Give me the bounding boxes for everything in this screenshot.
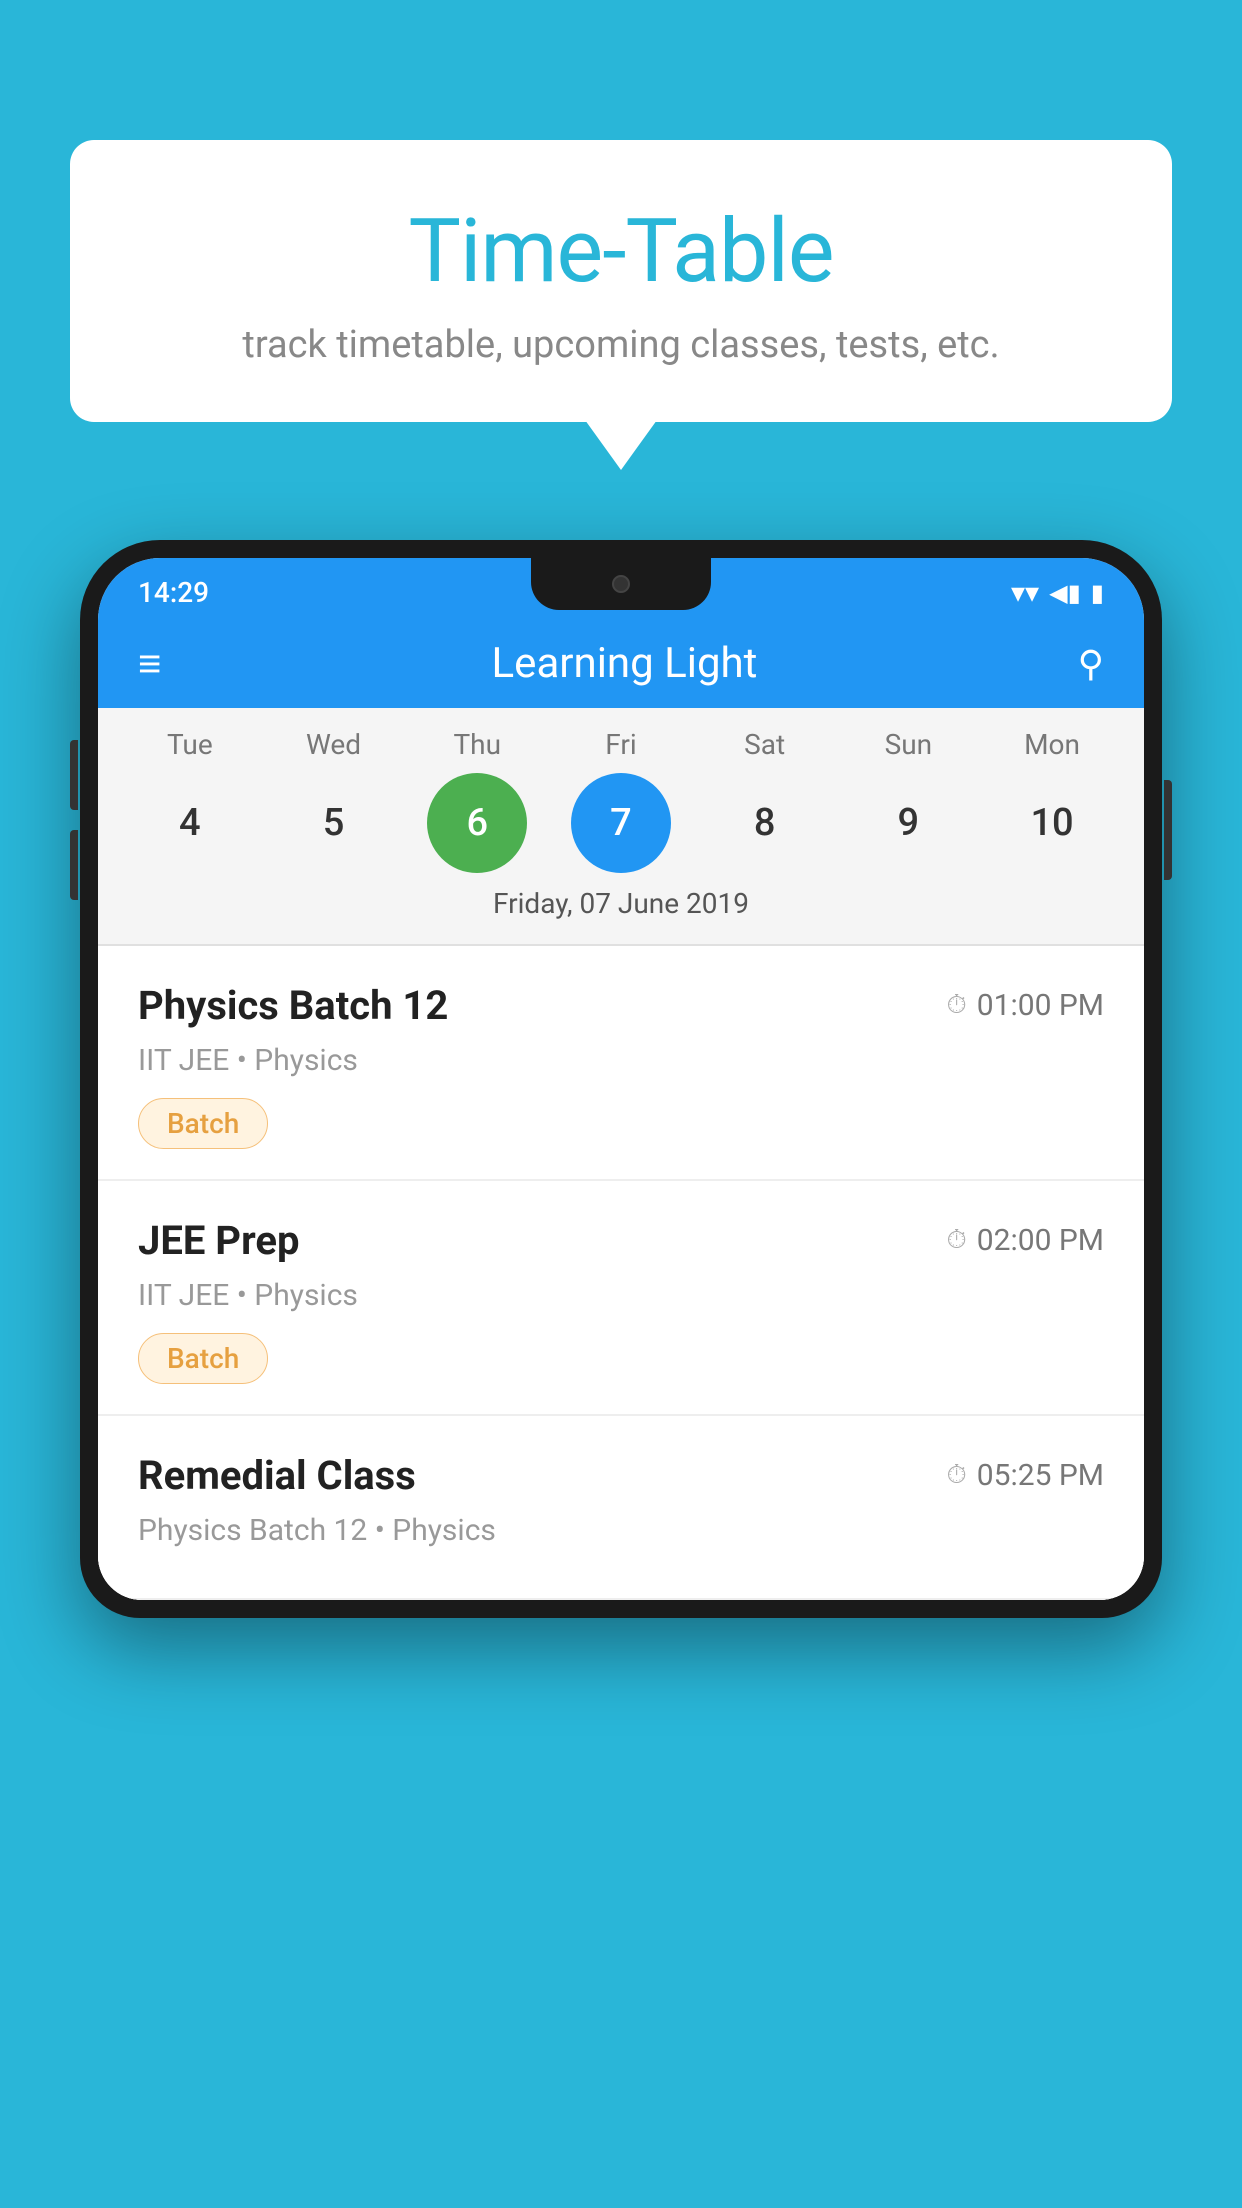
status-time: 14:29 bbox=[138, 576, 209, 609]
day-header-tue: Tue bbox=[140, 728, 240, 761]
clock-icon-3: ⏱ bbox=[946, 1460, 966, 1491]
class-item-physics-batch-12[interactable]: Physics Batch 12 ⏱ 01:00 PM IIT JEE • Ph… bbox=[98, 946, 1144, 1181]
phone-mockup: 14:29 ▾▾ ◀▮ ▮ ≡ Learning Light ⚲ bbox=[80, 540, 1162, 2208]
batch-badge-1: Batch bbox=[138, 1098, 268, 1149]
class-name-2: JEE Prep bbox=[138, 1217, 299, 1264]
class-time-2: ⏱ 02:00 PM bbox=[946, 1223, 1104, 1258]
class-name-1: Physics Batch 12 bbox=[138, 982, 448, 1029]
day-header-fri: Fri bbox=[571, 728, 671, 761]
volume-up-button bbox=[70, 740, 78, 810]
speech-bubble-container: Time-Table track timetable, upcoming cla… bbox=[70, 140, 1172, 422]
class-time-1: ⏱ 01:00 PM bbox=[946, 988, 1104, 1023]
phone-notch bbox=[531, 558, 711, 610]
app-title: Learning Light bbox=[171, 639, 1077, 688]
day-7-selected[interactable]: 7 bbox=[571, 773, 671, 873]
camera-dot bbox=[612, 575, 630, 593]
status-icons: ▾▾ ◀▮ ▮ bbox=[1011, 576, 1104, 609]
day-header-thu: Thu bbox=[427, 728, 527, 761]
class-meta-2: IIT JEE • Physics bbox=[138, 1278, 1104, 1313]
day-header-sun: Sun bbox=[858, 728, 958, 761]
day-5[interactable]: 5 bbox=[284, 773, 384, 873]
class-time-3: ⏱ 05:25 PM bbox=[946, 1458, 1104, 1493]
app-bar: ≡ Learning Light ⚲ bbox=[98, 619, 1144, 708]
batch-badge-2: Batch bbox=[138, 1333, 268, 1384]
class-item-remedial[interactable]: Remedial Class ⏱ 05:25 PM Physics Batch … bbox=[98, 1416, 1144, 1600]
calendar-strip: Tue Wed Thu Fri Sat Sun Mon 4 5 6 7 8 bbox=[98, 708, 1144, 944]
day-4[interactable]: 4 bbox=[140, 773, 240, 873]
class-name-3: Remedial Class bbox=[138, 1452, 416, 1499]
selected-date-label: Friday, 07 June 2019 bbox=[98, 887, 1144, 934]
day-header-sat: Sat bbox=[715, 728, 815, 761]
power-button bbox=[1164, 780, 1172, 880]
speech-bubble: Time-Table track timetable, upcoming cla… bbox=[70, 140, 1172, 422]
day-header-wed: Wed bbox=[284, 728, 384, 761]
battery-icon: ▮ bbox=[1091, 579, 1104, 607]
clock-icon-1: ⏱ bbox=[946, 990, 966, 1021]
day-header-mon: Mon bbox=[1002, 728, 1102, 761]
class-meta-1: IIT JEE • Physics bbox=[138, 1043, 1104, 1078]
volume-down-button bbox=[70, 830, 78, 900]
day-6-today[interactable]: 6 bbox=[427, 773, 527, 873]
day-8[interactable]: 8 bbox=[715, 773, 815, 873]
class-list: Physics Batch 12 ⏱ 01:00 PM IIT JEE • Ph… bbox=[98, 946, 1144, 1600]
search-icon[interactable]: ⚲ bbox=[1078, 643, 1104, 685]
class-item-jee-prep[interactable]: JEE Prep ⏱ 02:00 PM IIT JEE • Physics Ba… bbox=[98, 1181, 1144, 1416]
day-headers: Tue Wed Thu Fri Sat Sun Mon bbox=[98, 728, 1144, 761]
bubble-subtitle: track timetable, upcoming classes, tests… bbox=[120, 323, 1122, 367]
bubble-title: Time-Table bbox=[120, 200, 1122, 303]
clock-icon-2: ⏱ bbox=[946, 1225, 966, 1256]
day-numbers: 4 5 6 7 8 9 10 bbox=[98, 773, 1144, 873]
day-10[interactable]: 10 bbox=[1002, 773, 1102, 873]
phone-screen: 14:29 ▾▾ ◀▮ ▮ ≡ Learning Light ⚲ bbox=[98, 558, 1144, 1600]
day-9[interactable]: 9 bbox=[858, 773, 958, 873]
signal-icon: ◀▮ bbox=[1049, 579, 1081, 607]
wifi-icon: ▾▾ bbox=[1011, 576, 1039, 609]
hamburger-menu-icon[interactable]: ≡ bbox=[138, 644, 161, 684]
class-meta-3: Physics Batch 12 • Physics bbox=[138, 1513, 1104, 1548]
